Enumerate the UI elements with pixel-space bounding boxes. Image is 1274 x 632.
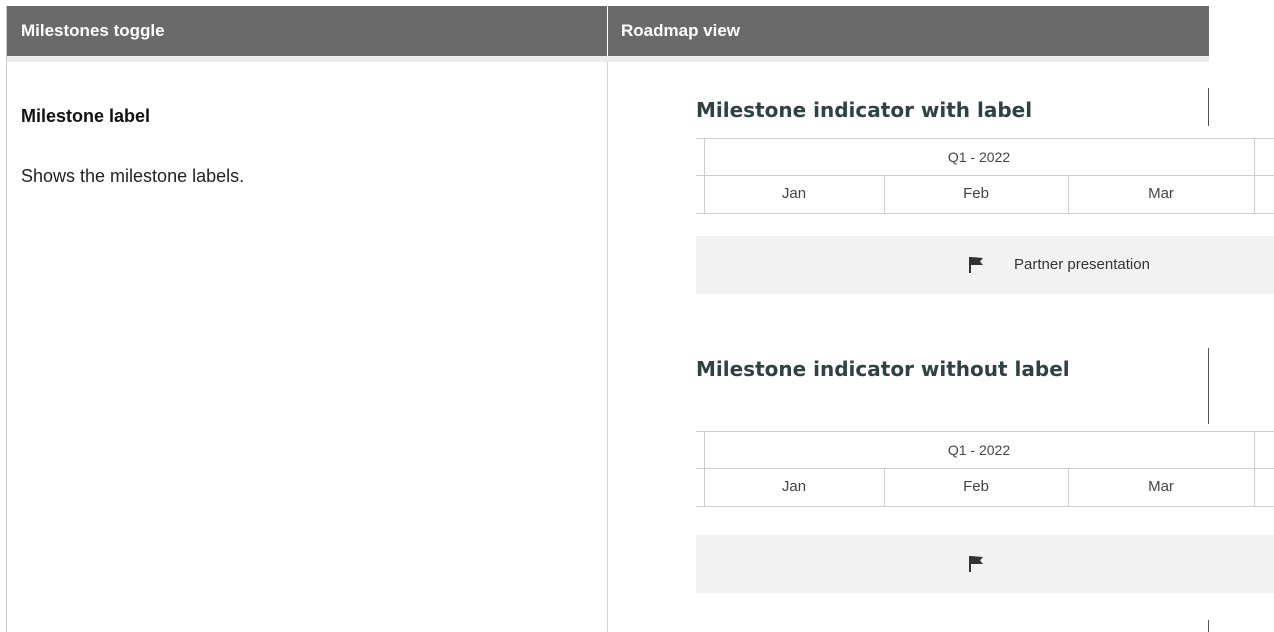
milestone-row: Partner presentation <box>696 236 1274 294</box>
quarter-label: Q1 - 2022 <box>947 149 1011 165</box>
header-roadmap-view: Roadmap view <box>621 21 741 40</box>
timeline-header: Q1 - 2022 Jan Feb Mar <box>696 431 1274 507</box>
flag-icon <box>969 257 983 273</box>
quarter-label: Q1 - 2022 <box>947 442 1011 458</box>
month-feb: Feb <box>963 478 989 495</box>
month-mar: Mar <box>1148 185 1174 202</box>
grid-line <box>1254 432 1255 468</box>
month-row: Jan Feb Mar <box>696 468 1274 507</box>
divider-line <box>1208 620 1209 632</box>
month-feb: Feb <box>963 185 989 202</box>
option-description: Shows the milestone labels. <box>21 166 245 186</box>
divider-line <box>1208 348 1209 424</box>
example-title-without-label: Milestone indicator without label <box>696 357 1070 381</box>
example-title-with-label: Milestone indicator with label <box>696 98 1033 122</box>
month-jan: Jan <box>781 478 807 495</box>
divider-line <box>1208 88 1209 126</box>
month-mar: Mar <box>1148 478 1174 495</box>
quarter-row: Q1 - 2022 <box>696 138 1274 176</box>
flag-icon <box>969 556 983 572</box>
table-header-row: Milestones toggle Roadmap view <box>7 6 1209 56</box>
header-shadow <box>7 56 1209 62</box>
month-row: Jan Feb Mar <box>696 175 1274 214</box>
option-title: Milestone label <box>21 106 151 126</box>
milestone-label: Partner presentation <box>1014 256 1150 273</box>
grid-line <box>1254 139 1255 175</box>
month-jan: Jan <box>781 185 807 202</box>
milestone-row <box>696 535 1274 593</box>
header-divider <box>607 6 608 56</box>
grid-line <box>1254 175 1255 213</box>
timeline-header: Q1 - 2022 Jan Feb Mar <box>696 138 1274 214</box>
quarter-row: Q1 - 2022 <box>696 431 1274 469</box>
header-milestones-toggle: Milestones toggle <box>21 21 165 40</box>
grid-line <box>1254 468 1255 506</box>
column-divider <box>607 62 608 632</box>
